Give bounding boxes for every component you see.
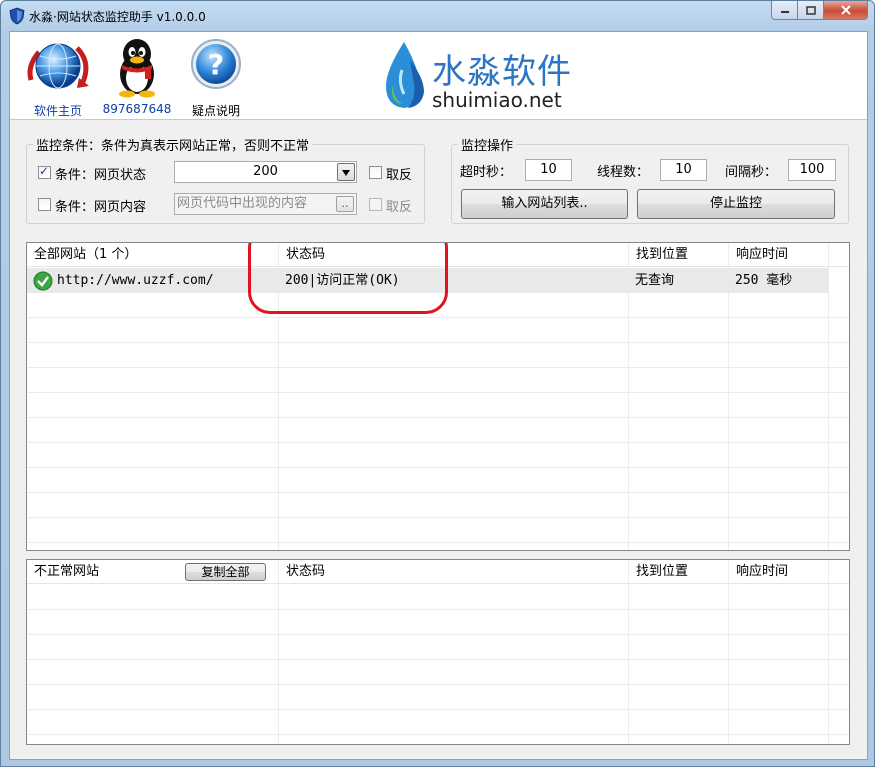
grid-h — [27, 684, 849, 685]
close-icon — [840, 5, 851, 15]
water-drop-logo-icon — [386, 42, 424, 108]
brand-logo: 水淼软件 shuimiao.net — [380, 40, 600, 116]
status-invert-label: 取反 — [386, 168, 413, 183]
grid-v — [278, 560, 279, 744]
content-invert-checkbox[interactable] — [369, 198, 382, 211]
operations-group-title: 监控操作 — [458, 135, 517, 154]
interval-label: 间隔秒： — [725, 165, 778, 180]
grid-h — [27, 467, 849, 468]
row-location: 无查询 — [635, 273, 675, 288]
close-button[interactable] — [824, 1, 868, 20]
app-window: 水淼·网站状态监控助手 v1.0.0.0 软件主页 897687648 ? 疑点… — [0, 0, 875, 767]
grid-v — [628, 560, 629, 744]
content-condition-label: 条件：网页内容 — [55, 200, 147, 215]
grid-h — [27, 734, 849, 735]
home-tool[interactable]: 软件主页 — [23, 36, 93, 118]
grid-h — [27, 542, 849, 543]
row-url: http://www.uzzf.com/ — [57, 273, 214, 288]
content-placeholder: 网页代码中出现的内容 — [177, 196, 308, 211]
status-condition-label: 条件：网页状态 — [55, 168, 147, 183]
stop-monitor-button[interactable]: 停止监控 — [637, 189, 835, 219]
help-tool[interactable]: ? 疑点说明 — [181, 36, 251, 118]
import-sites-button[interactable]: 输入网站列表.. — [461, 189, 628, 219]
col-found-location[interactable]: 找到位置 — [629, 560, 729, 584]
grid-h — [27, 709, 849, 710]
conditions-group-title: 监控条件：条件为真表示网站正常，否则不正常 — [33, 135, 313, 154]
qq-label[interactable]: 897687648 — [102, 102, 172, 116]
home-label[interactable]: 软件主页 — [23, 102, 93, 119]
svg-text:?: ? — [208, 48, 224, 81]
help-question-icon: ? — [191, 39, 241, 89]
interval-input[interactable]: 100 — [788, 159, 836, 181]
status-code-value: 200 — [253, 164, 278, 179]
col-status-code[interactable]: 状态码 — [279, 560, 629, 584]
content-condition-checkbox[interactable] — [38, 198, 51, 211]
grid-h — [27, 342, 849, 343]
operations-group: 监控操作 超时秒： 10 线程数： 10 间隔秒： 100 输入网站列表.. 停… — [451, 135, 849, 224]
content-input[interactable]: 网页代码中出现的内容 .. — [174, 193, 357, 215]
minimize-icon — [780, 11, 789, 13]
grid-h — [27, 417, 849, 418]
threads-label: 线程数： — [597, 165, 650, 180]
threads-input[interactable]: 10 — [660, 159, 707, 181]
grid-v — [828, 560, 829, 744]
col-response-time[interactable]: 响应时间 — [729, 243, 829, 267]
shield-app-icon — [9, 7, 25, 25]
chevron-down-icon[interactable] — [337, 163, 355, 181]
grid-h — [27, 634, 849, 635]
status-code-select[interactable]: 200 — [174, 161, 357, 183]
logo-text-en: shuimiao.net — [432, 88, 562, 112]
red-highlight-annotation — [248, 243, 448, 314]
grid-h — [27, 517, 849, 518]
grid-h — [27, 317, 849, 318]
qq-penguin-icon — [119, 39, 155, 98]
status-invert-checkbox[interactable] — [369, 166, 382, 179]
content-browse-button[interactable]: .. — [336, 196, 354, 212]
timeout-label: 超时秒： — [460, 165, 513, 180]
row-response-time: 250 毫秒 — [735, 273, 793, 288]
grid-h — [27, 492, 849, 493]
logo-text-cn: 水淼软件 — [432, 52, 572, 92]
qq-tool[interactable]: 897687648 — [102, 36, 172, 118]
window-title: 水淼·网站状态监控助手 v1.0.0.0 — [29, 10, 206, 24]
grid-h — [27, 659, 849, 660]
col-all-sites[interactable]: 全部网站（1 个） — [27, 243, 279, 267]
col-found-location[interactable]: 找到位置 — [629, 243, 729, 267]
all-sites-list[interactable]: 全部网站（1 个） 状态码 找到位置 响应时间 http://www.uzzf.… — [26, 242, 850, 551]
conditions-group: 监控条件：条件为真表示网站正常，否则不正常 条件：网页状态 200 取反 条件：… — [26, 135, 425, 224]
title-bar[interactable]: 水淼·网站状态监控助手 v1.0.0.0 — [1, 1, 874, 31]
grid-h — [27, 392, 849, 393]
globe-icon — [27, 43, 89, 89]
minimize-button[interactable] — [771, 1, 798, 20]
copy-all-button[interactable]: 复制全部 — [185, 563, 266, 581]
maximize-button[interactable] — [798, 1, 824, 20]
timeout-input[interactable]: 10 — [525, 159, 572, 181]
bad-sites-list[interactable]: 不正常网站 状态码 找到位置 响应时间 复制全部 — [26, 559, 850, 745]
client-area: 软件主页 897687648 ? 疑点说明 水淼软件 shuimiao.net … — [9, 31, 868, 760]
window-controls — [771, 1, 868, 21]
status-condition-checkbox[interactable] — [38, 164, 51, 179]
grid-v — [728, 560, 729, 744]
help-label[interactable]: 疑点说明 — [181, 102, 251, 119]
grid-h — [27, 442, 849, 443]
col-response-time[interactable]: 响应时间 — [729, 560, 829, 584]
banner: 软件主页 897687648 ? 疑点说明 水淼软件 shuimiao.net — [10, 32, 867, 120]
ok-check-icon — [33, 271, 53, 291]
bad-sites-header: 不正常网站 状态码 找到位置 响应时间 — [27, 560, 849, 584]
content-invert-label: 取反 — [386, 200, 413, 215]
grid-h — [27, 367, 849, 368]
grid-h — [27, 609, 849, 610]
maximize-icon — [805, 5, 816, 15]
